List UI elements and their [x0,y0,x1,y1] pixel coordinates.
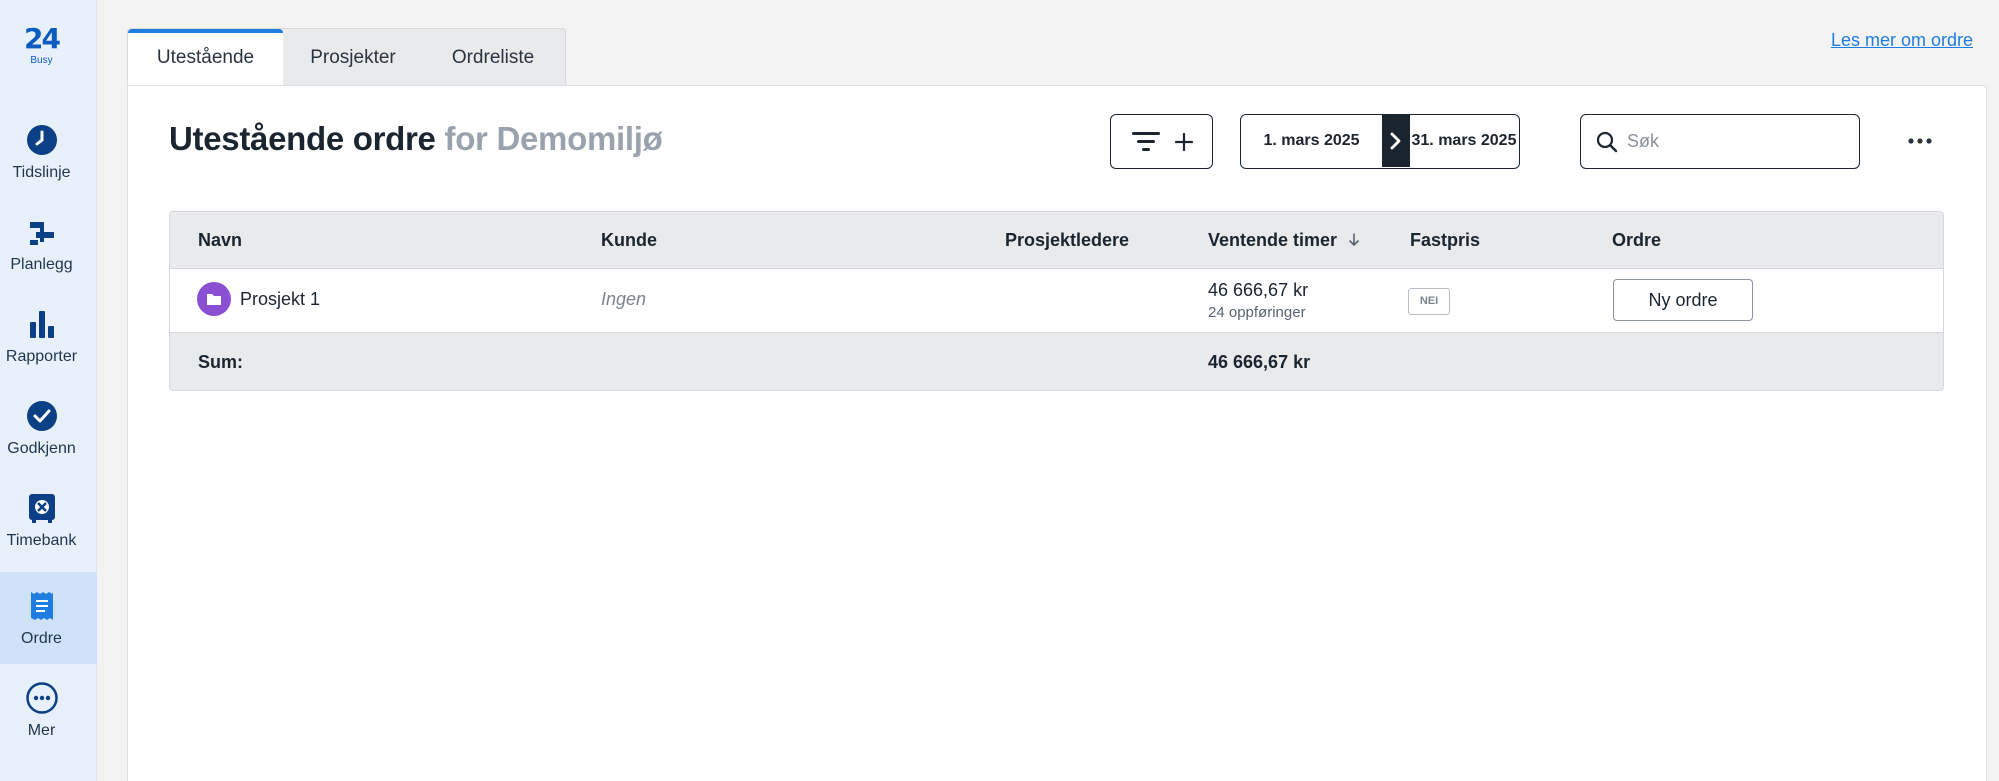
page-title-context: for Demomiljø [444,120,663,157]
tab-prosjekter[interactable]: Prosjekter [283,29,423,87]
orders-table: Navn Kunde Prosjektledere Ventende timer… [169,211,1944,391]
page-title: Utestående ordre for Demomiljø [169,120,663,158]
date-to[interactable]: 31. mars 2025 [1410,115,1518,167]
sidebar-item-godkjenn[interactable]: Godkjenn [0,382,97,474]
more-horizontal-icon [1908,138,1932,144]
sidebar-item-label: Godkjenn [7,440,76,457]
logo-subtitle: Busy [30,55,53,66]
bar-chart-icon [30,311,54,338]
sidebar-item-mer[interactable]: Mer [0,664,97,756]
sidebar: 24 Busy Tidslinje Planlegg Rapporter God… [0,0,97,781]
sidebar-item-label: Mer [27,722,56,739]
tab-utestaende[interactable]: Utestående [128,29,283,87]
sidebar-item-label: Timebank [6,532,77,549]
project-name[interactable]: Prosjekt 1 [240,289,320,310]
filter-icon [1132,132,1160,151]
chevron-right-icon [1390,132,1401,150]
column-header-navn[interactable]: Navn [198,212,242,269]
safe-icon [29,494,55,523]
sidebar-item-label: Ordre [21,630,62,647]
main-panel: Utestående ordre for Demomiljø 1. mars 2… [127,85,1987,781]
column-header-ventende-timer[interactable]: Ventende timer [1208,212,1360,269]
sidebar-item-tidslinje[interactable]: Tidslinje [0,106,97,198]
sum-row: Sum: 46 666,67 kr [170,333,1943,390]
search-box[interactable] [1580,114,1860,169]
sidebar-item-label: Planlegg [10,256,73,273]
search-icon [1596,131,1618,153]
fixed-price-badge: NEI [1408,288,1450,315]
clock-icon [27,125,57,155]
sidebar-item-rapporter[interactable]: Rapporter [0,290,97,382]
tab-ordreliste[interactable]: Ordreliste [423,29,563,87]
receipt-icon [31,592,53,620]
column-header-label: Ventende timer [1208,230,1338,250]
project-folder-avatar [197,282,231,316]
new-order-button[interactable]: Ny ordre [1613,279,1753,321]
sum-value: 46 666,67 kr [1208,352,1311,372]
sort-arrow-down-icon [1349,233,1359,246]
column-header-ordre[interactable]: Ordre [1612,212,1661,269]
date-range-picker[interactable]: 1. mars 2025 31. mars 2025 [1240,114,1520,169]
date-range-separator [1382,115,1410,167]
sidebar-item-ordre[interactable]: Ordre [0,572,97,664]
customer-name: Ingen [601,289,647,309]
sidebar-item-timebank[interactable]: Timebank [0,474,97,566]
gantt-icon [30,222,54,245]
date-from[interactable]: 1. mars 2025 [1241,115,1382,167]
column-header-prosjektledere[interactable]: Prosjektledere [1005,212,1129,269]
page-title-main: Utestående ordre [169,120,436,157]
pending-amount: 46 666,67 kr [1208,280,1309,300]
folder-icon [207,294,221,305]
sidebar-item-label: Tidslinje [12,164,71,181]
logo-mark: 24 [24,22,61,55]
table-header: Navn Kunde Prosjektledere Ventende timer… [170,212,1943,269]
column-header-kunde[interactable]: Kunde [601,212,657,269]
plus-icon [1174,132,1194,152]
tab-bar: Utestående Prosjekter Ordreliste [127,28,566,87]
table-row[interactable]: Prosjekt 1 Ingen 46 666,67 kr 24 oppføri… [170,269,1943,333]
more-circle-icon [26,682,58,714]
check-circle-icon [27,401,57,431]
sidebar-item-planlegg[interactable]: Planlegg [0,198,97,290]
sum-label: Sum: [198,352,243,372]
learn-more-link[interactable]: Les mer om ordre [1831,30,1973,51]
add-filter-button[interactable] [1110,114,1213,169]
column-header-fastpris[interactable]: Fastpris [1410,212,1480,269]
more-options-button[interactable] [1902,126,1938,156]
entries-count: 24 oppføringer [1208,304,1306,321]
sidebar-item-label: Rapporter [5,348,78,365]
app-logo[interactable]: 24 Busy [0,22,83,67]
search-input[interactable] [1627,127,1847,155]
